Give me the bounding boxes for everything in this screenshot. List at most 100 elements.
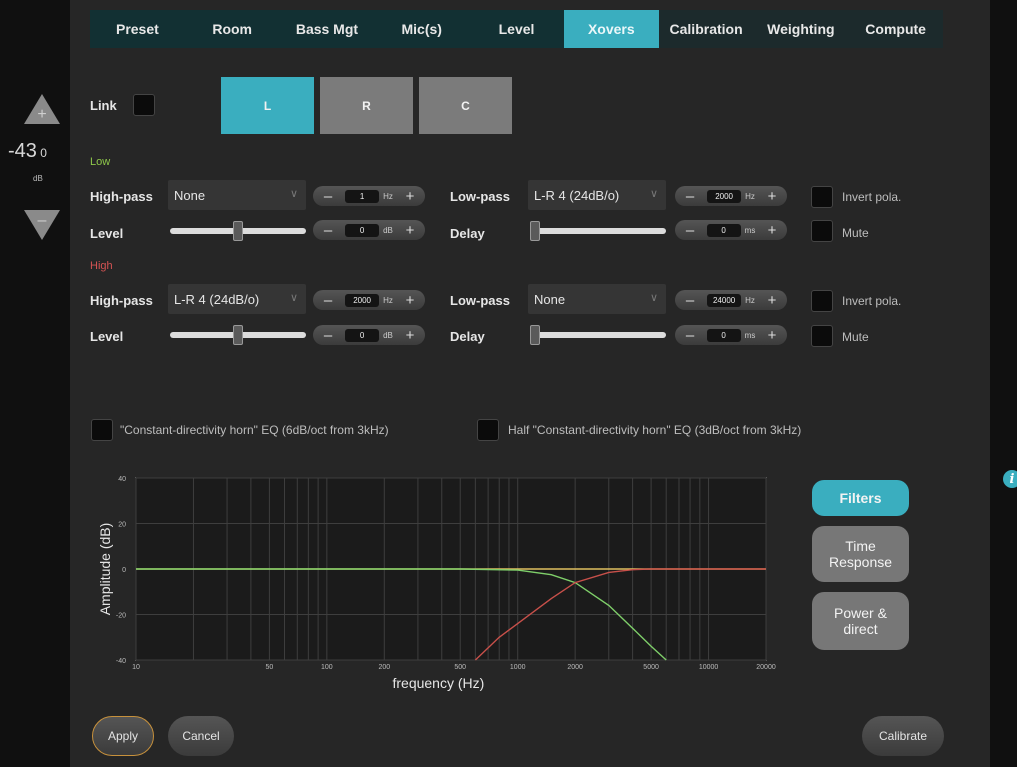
- low-highpass-type: None: [174, 187, 206, 203]
- low-highpass-select[interactable]: None ∨: [168, 180, 306, 210]
- x-axis-label: frequency (Hz): [392, 675, 484, 691]
- low-delay-slider[interactable]: [530, 221, 666, 241]
- high-section-label: High: [90, 260, 113, 272]
- cd-horn-eq-label: "Constant-directivity horn" EQ (6dB/oct …: [120, 423, 389, 437]
- volume-readout: -43 0: [8, 140, 47, 163]
- chevron-down-icon: ∨: [289, 292, 298, 304]
- volume-up-button[interactable]: +: [22, 92, 62, 126]
- minus-icon[interactable]: –: [321, 188, 335, 205]
- plus-icon[interactable]: +: [403, 222, 417, 239]
- channel-l-button[interactable]: L: [221, 77, 314, 134]
- low-invert-label: Invert pola.: [842, 190, 902, 204]
- high-lowpass-type: None: [534, 291, 566, 307]
- low-lowpass-freq-stepper: – 2000 Hz +: [675, 186, 787, 206]
- high-delay-slider[interactable]: [530, 325, 666, 345]
- triangle-down-icon: –: [24, 210, 60, 240]
- high-mute-label: Mute: [842, 330, 869, 344]
- x-tick-label: 10: [132, 664, 140, 671]
- volume-unit: dB: [33, 174, 43, 183]
- low-highpass-freq-stepper: – 1 Hz +: [313, 186, 425, 206]
- tab-preset[interactable]: Preset: [90, 10, 185, 48]
- plus-icon[interactable]: +: [765, 222, 779, 239]
- tab-xovers[interactable]: Xovers: [563, 10, 659, 48]
- link-checkbox[interactable]: [133, 94, 155, 116]
- high-level-slider[interactable]: [170, 325, 306, 345]
- plus-icon[interactable]: +: [765, 292, 779, 309]
- calibrate-button[interactable]: Calibrate: [862, 716, 944, 756]
- unit-label: Hz: [745, 191, 755, 201]
- time-response-view-button[interactable]: Time Response: [812, 526, 909, 582]
- plus-icon[interactable]: +: [765, 327, 779, 344]
- low-invert-checkbox[interactable]: [811, 186, 833, 208]
- low-lowpass-select[interactable]: L-R 4 (24dB/o) ∨: [528, 180, 666, 210]
- unit-label: Hz: [383, 295, 393, 305]
- channel-c-button[interactable]: C: [419, 77, 512, 134]
- high-delay-slider-thumb[interactable]: [530, 325, 540, 345]
- unit-label: dB: [383, 225, 393, 235]
- y-tick-label: 0: [122, 567, 126, 574]
- minus-icon[interactable]: –: [321, 292, 335, 309]
- high-mute-checkbox[interactable]: [811, 325, 833, 347]
- minus-icon[interactable]: –: [683, 292, 697, 309]
- high-lowpass-select[interactable]: None ∨: [528, 284, 666, 314]
- power-direct-view-button[interactable]: Power & direct: [812, 592, 909, 650]
- high-delay-input[interactable]: 0: [706, 328, 741, 342]
- low-lowpass-freq-input[interactable]: 2000: [707, 189, 742, 203]
- info-icon[interactable]: i: [1003, 470, 1017, 488]
- low-highpass-freq-input[interactable]: 1: [345, 189, 380, 203]
- tab-compute[interactable]: Compute: [848, 10, 944, 48]
- low-delay-input[interactable]: 0: [706, 223, 741, 237]
- low-mute-checkbox[interactable]: [811, 220, 833, 242]
- y-tick-label: -40: [116, 658, 126, 665]
- x-tick-label: 500: [454, 664, 466, 671]
- tab-level[interactable]: Level: [469, 10, 564, 48]
- high-lowpass-freq-input[interactable]: 24000: [707, 293, 742, 307]
- cancel-button[interactable]: Cancel: [168, 716, 234, 756]
- high-invert-checkbox[interactable]: [811, 290, 833, 312]
- plus-icon[interactable]: +: [765, 188, 779, 205]
- tab-mics[interactable]: Mic(s): [374, 10, 470, 48]
- channel-r-button[interactable]: R: [320, 77, 413, 134]
- high-level-stepper: – 0 dB +: [313, 325, 425, 345]
- apply-button[interactable]: Apply: [92, 716, 154, 756]
- half-cd-horn-eq-checkbox[interactable]: [477, 419, 499, 441]
- x-tick-label: 50: [265, 664, 273, 671]
- tab-calibration[interactable]: Calibration: [658, 10, 754, 48]
- tab-weighting[interactable]: Weighting: [753, 10, 849, 48]
- plus-icon[interactable]: +: [403, 188, 417, 205]
- high-level-slider-thumb[interactable]: [233, 325, 243, 345]
- high-highpass-freq-input[interactable]: 2000: [345, 293, 380, 307]
- low-lowpass-type: L-R 4 (24dB/o): [534, 187, 620, 203]
- low-section-label: Low: [90, 156, 111, 168]
- x-tick-label: 200: [378, 664, 390, 671]
- volume-down-button[interactable]: –: [22, 208, 62, 242]
- unit-label: dB: [383, 330, 393, 340]
- high-level-input[interactable]: 0: [345, 328, 380, 342]
- minus-icon[interactable]: –: [321, 222, 335, 239]
- cd-horn-eq-checkbox[interactable]: [91, 419, 113, 441]
- low-level-input[interactable]: 0: [345, 223, 380, 237]
- plus-icon[interactable]: +: [403, 327, 417, 344]
- y-axis-label: Amplitude (dB): [97, 523, 113, 616]
- high-highpass-select[interactable]: L-R 4 (24dB/o) ∨: [168, 284, 306, 314]
- plus-icon[interactable]: +: [403, 292, 417, 309]
- minus-icon[interactable]: –: [683, 222, 697, 239]
- low-level-slider-thumb[interactable]: [233, 221, 243, 241]
- minus-icon[interactable]: –: [683, 327, 697, 344]
- chevron-down-icon: ∨: [289, 188, 298, 200]
- x-tick-label: 10000: [699, 664, 719, 671]
- minus-icon[interactable]: –: [683, 188, 697, 205]
- low-highpass-label: High-pass: [90, 189, 153, 204]
- minus-icon[interactable]: –: [321, 327, 335, 344]
- x-tick-label: 2000: [567, 664, 583, 671]
- low-delay-label: Delay: [450, 226, 485, 241]
- tab-bass-mgt[interactable]: Bass Mgt: [279, 10, 375, 48]
- low-level-slider[interactable]: [170, 221, 306, 241]
- tab-room[interactable]: Room: [184, 10, 280, 48]
- filters-view-button[interactable]: Filters: [812, 480, 909, 516]
- svg-text:–: –: [38, 212, 47, 229]
- low-lowpass-label: Low-pass: [450, 189, 510, 204]
- volume-decimal: 0: [40, 146, 47, 160]
- high-lowpass-freq-stepper: – 24000 Hz +: [675, 290, 787, 310]
- low-delay-slider-thumb[interactable]: [530, 221, 540, 241]
